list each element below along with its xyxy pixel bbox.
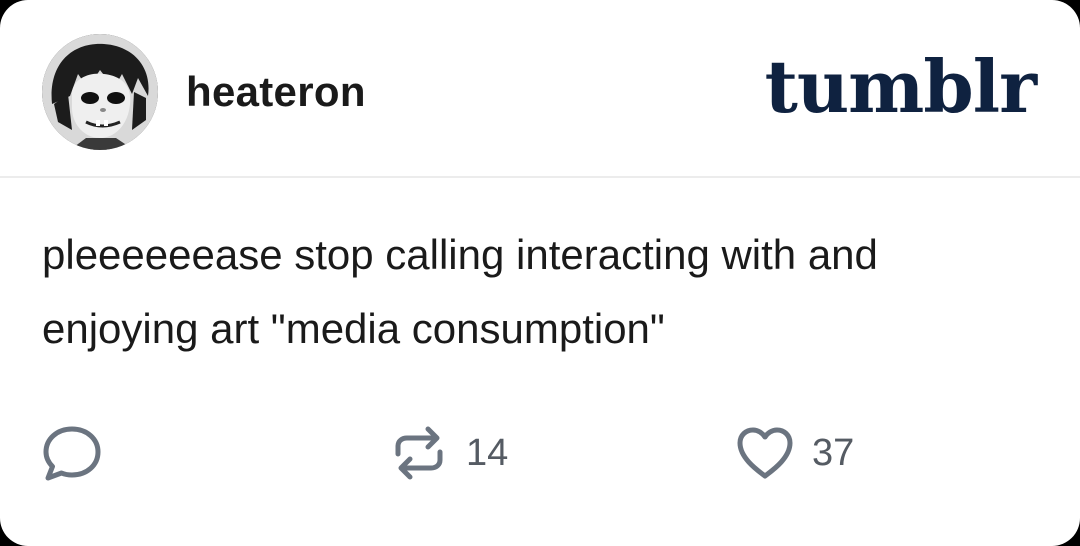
avatar[interactable] [42,34,158,150]
post-header: heateron tumblr [0,0,1080,178]
reblog-icon [388,422,450,484]
post-text-line-1: pleeeeeease stop calling interacting wit… [42,231,878,278]
username[interactable]: heateron [186,66,366,118]
speech-bubble-icon [40,421,104,485]
like-count: 37 [812,432,855,474]
reblog-button[interactable]: 14 [388,418,508,488]
reply-button[interactable] [40,418,104,488]
heart-icon [734,422,796,484]
post-text: pleeeeeease stop calling interacting wit… [42,218,1042,366]
like-button[interactable]: 37 [734,418,854,488]
post-text-line-2: enjoying art "media consumption" [42,305,665,352]
post-actions: 14 37 [0,418,1080,488]
reblog-count: 14 [466,432,509,474]
post-card: heateron tumblr pleeeeeease stop calling… [0,0,1080,546]
tumblr-logo: tumblr [764,44,1037,129]
